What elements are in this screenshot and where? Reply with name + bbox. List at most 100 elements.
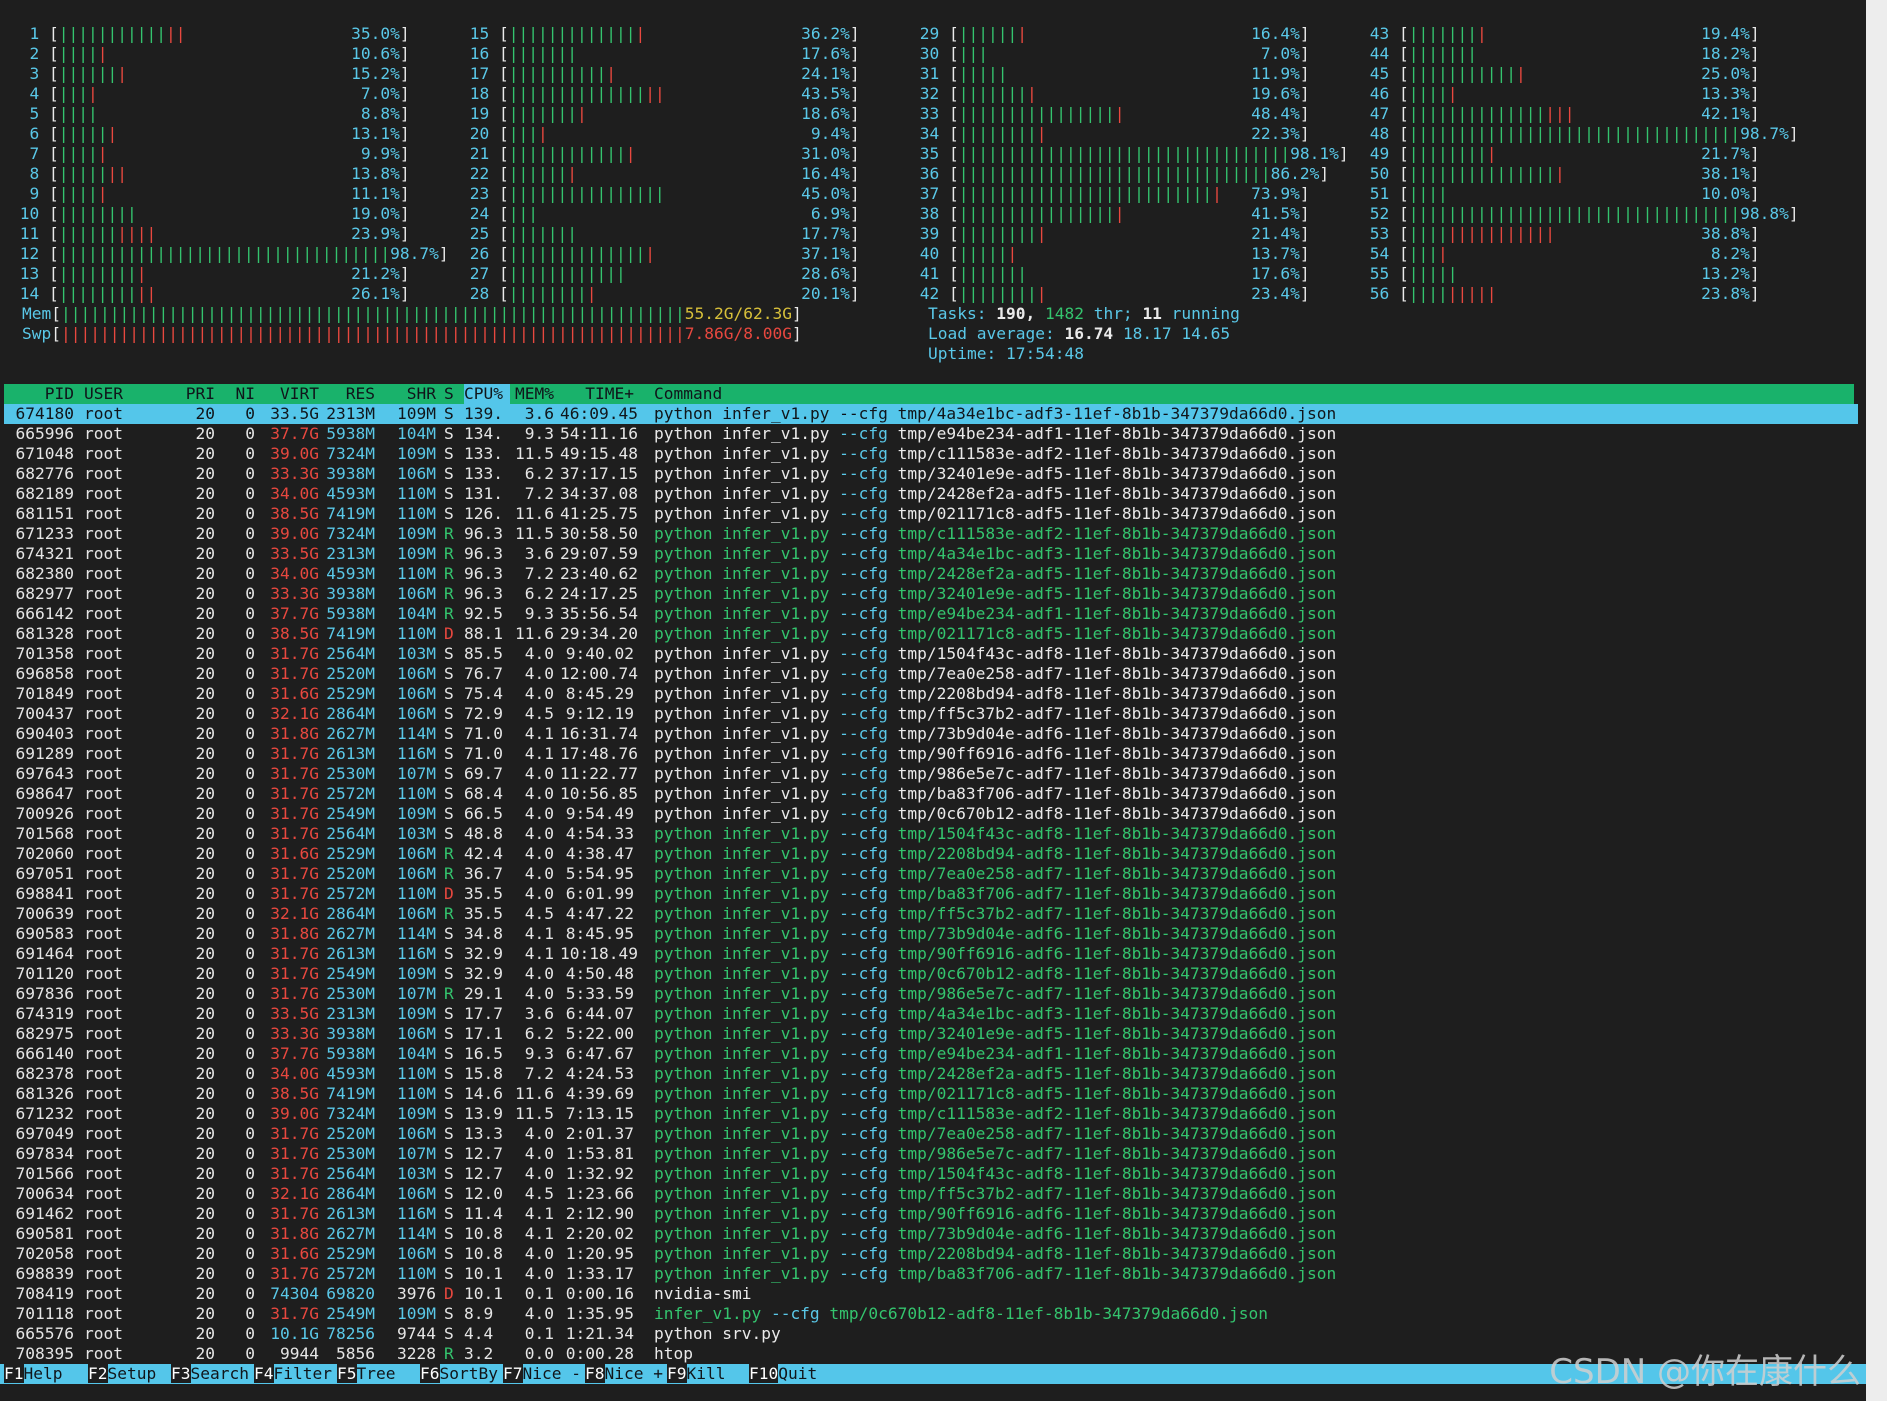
function-key-f5[interactable]: F5Tree	[337, 1364, 395, 1384]
cell-cpu: 134.	[464, 424, 503, 443]
table-row[interactable]: 697834 root 20 0 31.7G 2530M 107M S 12.7 4.0 1:53.…	[0, 1144, 1854, 1164]
table-row[interactable]: 682189 root 20 0 34.0G 4593M 110M S 131. 7.2 34:37…	[0, 484, 1854, 504]
table-row[interactable]: 682776 root 20 0 33.3G 3938M 106M S 133. 6.2 37:17…	[0, 464, 1854, 484]
table-row[interactable]: 690583 root 20 0 31.8G 2627M 114M S 34.8 4.1 8:45.…	[0, 924, 1854, 944]
function-key-f8[interactable]: F8Nice +	[585, 1364, 663, 1384]
table-row[interactable]: 665996 root 20 0 37.7G 5938M 104M S 134. 9.3 54:11…	[0, 424, 1854, 444]
table-row[interactable]: 665576 root 20 0 10.1G 78256 9744 S 4.4 0.1 1:21.3…	[0, 1324, 1854, 1344]
table-row[interactable]: 681151 root 20 0 38.5G 7419M 110M S 126. 11.6 41:2…	[0, 504, 1854, 524]
table-row[interactable]: 674319 root 20 0 33.5G 2313M 109M S 17.7 3.6 6:44.…	[0, 1004, 1854, 1024]
table-row[interactable]: 700639 root 20 0 32.1G 2864M 106M R 35.5 4.5 4:47.…	[0, 904, 1854, 924]
cell-cpu: 14.6	[464, 1084, 503, 1103]
column-header-res[interactable]: RES	[323, 384, 375, 404]
table-row[interactable]: 702060 root 20 0 31.6G 2529M 106M R 42.4 4.0 4:38.…	[0, 844, 1854, 864]
cell-res: 7419M	[326, 504, 375, 523]
process-table-header[interactable]: PID USER PRI NI VIRT RES SHR S CPU% MEM% TIME+ Comm…	[4, 384, 1854, 404]
cell-command: nvidia-smi	[654, 1284, 1554, 1304]
meter-bracket: ]	[1749, 144, 1760, 163]
table-row[interactable]: 681326 root 20 0 38.5G 7419M 110M S 14.6 11.6 4:39…	[0, 1084, 1854, 1104]
table-row[interactable]: 708419 root 20 0 74304 69820 3976 D 10.1 0.1 0:00.…	[0, 1284, 1854, 1304]
column-header-time[interactable]: TIME+	[560, 384, 634, 404]
column-header-user[interactable]: USER	[84, 384, 144, 404]
table-row[interactable]: 697049 root 20 0 31.7G 2520M 106M S 13.3 4.0 2:01.…	[0, 1124, 1854, 1144]
table-row[interactable]: 671232 root 20 0 39.0G 7324M 109M S 13.9 11.5 7:13…	[0, 1104, 1854, 1124]
cell-pid: 682380	[15, 564, 74, 583]
column-header-mem[interactable]: MEM%	[512, 384, 554, 404]
table-row[interactable]: 682977 root 20 0 33.3G 3938M 106M R 96.3 6.2 24:17…	[0, 584, 1854, 604]
table-row[interactable]: 698839 root 20 0 31.7G 2572M 110M S 10.1 4.0 1:33.…	[0, 1264, 1854, 1284]
table-row[interactable]: 700926 root 20 0 31.7G 2549M 109M S 66.5 4.0 9:54.…	[0, 804, 1854, 824]
table-row[interactable]: 666142 root 20 0 37.7G 5938M 104M R 92.5 9.3 35:56…	[0, 604, 1854, 624]
meter-fill	[1124, 104, 1251, 123]
table-row[interactable]: 666140 root 20 0 37.7G 5938M 104M S 16.5 9.3 6:47.…	[0, 1044, 1854, 1064]
function-key-f7[interactable]: F7Nice -	[503, 1364, 581, 1384]
cell-pid: 697049	[15, 1124, 74, 1143]
function-key-f4[interactable]: F4Filter	[254, 1364, 332, 1384]
command-part: tmp/0c670b12-adf8-11ef-8b1b-347379da66d0…	[887, 804, 1337, 823]
meter-bracket: [	[939, 284, 959, 303]
column-header-pri[interactable]: PRI	[175, 384, 215, 404]
column-header-command[interactable]: Command	[654, 384, 1554, 404]
table-row[interactable]: 674180 root 20 0 33.5G 2313M 109M S 139. 3.6 46:09…	[4, 404, 1858, 424]
table-row[interactable]: 671233 root 20 0 39.0G 7324M 109M R 96.3 11.5 30:5…	[0, 524, 1854, 544]
cell-cpu: 36.7	[464, 864, 503, 883]
column-header-s[interactable]: S	[444, 384, 456, 404]
cell-s: R	[444, 1344, 454, 1363]
table-row[interactable]: 681328 root 20 0 38.5G 7419M 110M D 88.1 11.6 29:3…	[0, 624, 1854, 644]
cpu-percent: 42.1%	[1701, 104, 1750, 123]
function-key-f10[interactable]: F10Quit	[749, 1364, 817, 1384]
table-row[interactable]: 682380 root 20 0 34.0G 4593M 110M R 96.3 7.2 23:40…	[0, 564, 1854, 584]
cpu-meter-18: 18 [|||||||||||||||| 43.5%]	[460, 84, 860, 104]
function-key-f3[interactable]: F3Search	[171, 1364, 249, 1384]
table-row[interactable]: 697051 root 20 0 31.7G 2520M 106M R 36.7 4.0 5:54.…	[0, 864, 1854, 884]
table-row[interactable]: 691464 root 20 0 31.7G 2613M 116M S 32.9 4.1 10:18…	[0, 944, 1854, 964]
cpu-bar-user: ||||	[58, 184, 98, 203]
cpu-meter-27: 27 [|||||||||||| 28.6%]	[460, 264, 860, 284]
command-part: --cfg	[829, 644, 888, 663]
table-row[interactable]: 701566 root 20 0 31.7G 2564M 103M S 12.7 4.0 1:32.…	[0, 1164, 1854, 1184]
function-key-f1[interactable]: F1Help	[4, 1364, 62, 1384]
table-row[interactable]: 698647 root 20 0 31.7G 2572M 110M S 68.4 4.0 10:56…	[0, 784, 1854, 804]
cell-pid: 700639	[15, 904, 74, 923]
table-row[interactable]: 700634 root 20 0 32.1G 2864M 106M S 12.0 4.5 1:23.…	[0, 1184, 1854, 1204]
cpu-meter-22: 22 [||||||| 16.4%]	[460, 164, 860, 184]
table-row[interactable]: 701118 root 20 0 31.7G 2549M 109M S 8.9 4.0 1:35.9…	[0, 1304, 1854, 1324]
function-key-f6[interactable]: F6SortBy	[420, 1364, 498, 1384]
table-row[interactable]: 696858 root 20 0 31.7G 2520M 106M S 76.7 4.0 12:00…	[0, 664, 1854, 684]
cell-mem: 3.6	[524, 544, 554, 563]
table-row[interactable]: 700437 root 20 0 32.1G 2864M 106M S 72.9 4.5 9:12.…	[0, 704, 1854, 724]
table-row[interactable]: 682975 root 20 0 33.3G 3938M 106M S 17.1 6.2 5:22.…	[0, 1024, 1854, 1044]
table-row[interactable]: 690581 root 20 0 31.8G 2627M 114M S 10.8 4.1 2:20.…	[0, 1224, 1854, 1244]
table-row[interactable]: 701568 root 20 0 31.7G 2564M 103M S 48.8 4.0 4:54.…	[0, 824, 1854, 844]
table-row[interactable]: 698841 root 20 0 31.7G 2572M 110M D 35.5 4.0 6:01.…	[0, 884, 1854, 904]
command-part: --cfg	[829, 464, 888, 483]
cell-user: root	[84, 944, 123, 963]
table-row[interactable]: 702058 root 20 0 31.6G 2529M 106M S 10.8 4.0 1:20.…	[0, 1244, 1854, 1264]
cell-pri: 20	[195, 1264, 216, 1283]
table-row[interactable]: 682378 root 20 0 34.0G 4593M 110M S 15.8 7.2 4:24.…	[0, 1064, 1854, 1084]
command-part: tmp/0c670b12-adf8-11ef-8b1b-347379da66d0…	[887, 964, 1337, 983]
cpu-bar-user: ||||||||	[1408, 144, 1487, 163]
column-header-shr[interactable]: SHR	[384, 384, 436, 404]
table-row[interactable]: 701120 root 20 0 31.7G 2549M 109M S 32.9 4.0 4:50.…	[0, 964, 1854, 984]
table-row[interactable]: 701849 root 20 0 31.6G 2529M 106M S 75.4 4.0 8:45.…	[0, 684, 1854, 704]
cell-time: 5:33.59	[565, 984, 634, 1003]
function-key-f2[interactable]: F2Setup	[88, 1364, 156, 1384]
table-row[interactable]: 697836 root 20 0 31.7G 2530M 107M R 29.1 4.0 5:33.…	[0, 984, 1854, 1004]
table-row[interactable]: 701358 root 20 0 31.7G 2564M 103M S 85.5 4.0 9:40.…	[0, 644, 1854, 664]
table-row[interactable]: 690403 root 20 0 31.8G 2627M 114M S 71.0 4.1 16:31…	[0, 724, 1854, 744]
table-row[interactable]: 697643 root 20 0 31.7G 2530M 107M S 69.7 4.0 11:22…	[0, 764, 1854, 784]
command-part: infer_v1.py	[712, 1144, 830, 1163]
meter-fill	[1457, 84, 1701, 103]
column-header-virt[interactable]: VIRT	[263, 384, 319, 404]
meter-bracket: ]	[1299, 244, 1310, 263]
function-key-f9[interactable]: F9Kill	[667, 1364, 725, 1384]
column-header-cpu[interactable]: CPU%	[464, 384, 510, 404]
table-row[interactable]: 671048 root 20 0 39.0G 7324M 109M S 133. 11.5 49:1…	[0, 444, 1854, 464]
table-row[interactable]: 674321 root 20 0 33.5G 2313M 109M R 96.3 3.6 29:07…	[0, 544, 1854, 564]
cpu-percent: 21.2%	[351, 264, 400, 283]
table-row[interactable]: 691289 root 20 0 31.7G 2613M 116M S 71.0 4.1 17:48…	[0, 744, 1854, 764]
column-header-pid[interactable]: PID	[12, 384, 74, 404]
column-header-ni[interactable]: NI	[225, 384, 256, 404]
table-row[interactable]: 691462 root 20 0 31.7G 2613M 116M S 11.4 4.1 2:12.…	[0, 1204, 1854, 1224]
